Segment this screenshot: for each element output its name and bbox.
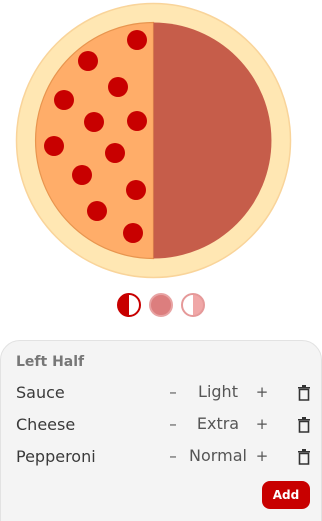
pizza-preview bbox=[15, 2, 292, 279]
topping-row-pepperoni: Pepperoni – Normal + bbox=[1, 445, 322, 469]
pizza-graphic bbox=[15, 2, 292, 279]
half-selector bbox=[0, 293, 322, 319]
pepperoni-slice bbox=[127, 111, 147, 131]
topping-label: Sauce bbox=[16, 383, 65, 402]
topping-label: Pepperoni bbox=[16, 447, 96, 466]
topping-amount: Normal bbox=[189, 446, 247, 465]
decrease-button[interactable]: – bbox=[165, 447, 181, 465]
pepperoni-slice bbox=[126, 180, 146, 200]
pepperoni-slice bbox=[44, 136, 64, 156]
topping-label: Cheese bbox=[16, 415, 76, 434]
pepperoni-slice bbox=[78, 51, 98, 71]
panel-title: Left Half bbox=[16, 354, 85, 370]
pepperoni-slice bbox=[54, 90, 74, 110]
topping-amount: Extra bbox=[196, 414, 240, 433]
pizza-builder: Left Half Sauce – Light + Cheese – Extra… bbox=[0, 0, 322, 521]
topping-amount: Light bbox=[198, 382, 238, 401]
pepperoni-slice bbox=[105, 143, 125, 163]
trash-icon[interactable] bbox=[297, 385, 311, 401]
right-half-button[interactable] bbox=[181, 293, 205, 317]
toppings-panel: Left Half Sauce – Light + Cheese – Extra… bbox=[0, 340, 322, 521]
decrease-button[interactable]: – bbox=[165, 383, 181, 401]
pepperoni-slice bbox=[123, 223, 143, 243]
trash-icon[interactable] bbox=[297, 449, 311, 465]
whole-pizza-button[interactable] bbox=[149, 293, 173, 317]
pepperoni-slice bbox=[87, 201, 107, 221]
pepperoni-slice bbox=[84, 112, 104, 132]
increase-button[interactable]: + bbox=[254, 447, 270, 465]
increase-button[interactable]: + bbox=[254, 415, 270, 433]
pepperoni-slice bbox=[108, 77, 128, 97]
add-topping-button[interactable]: Add bbox=[262, 481, 310, 509]
decrease-button[interactable]: – bbox=[165, 415, 181, 433]
pepperoni-slice bbox=[127, 30, 147, 50]
left-half-button[interactable] bbox=[117, 293, 141, 317]
pepperoni-slice bbox=[72, 165, 92, 185]
increase-button[interactable]: + bbox=[254, 383, 270, 401]
topping-row-sauce: Sauce – Light + bbox=[1, 381, 322, 405]
topping-row-cheese: Cheese – Extra + bbox=[1, 413, 322, 437]
trash-icon[interactable] bbox=[297, 417, 311, 433]
